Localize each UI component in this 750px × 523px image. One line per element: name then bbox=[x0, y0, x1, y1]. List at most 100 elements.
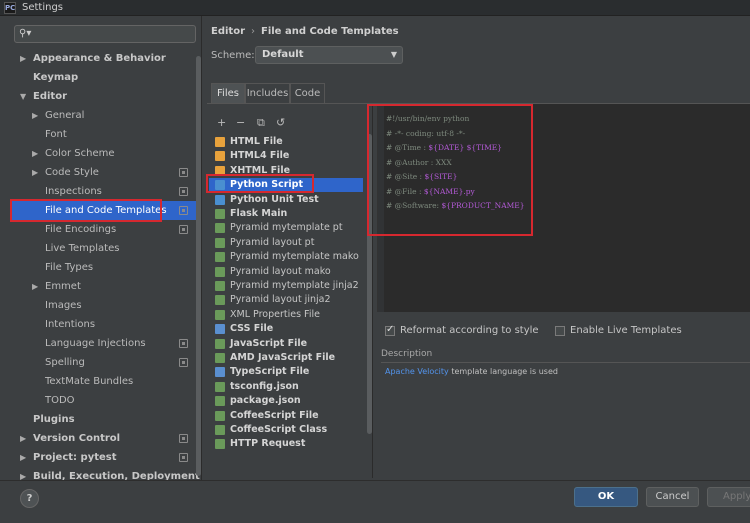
sidebar-item-textmate-bundles[interactable]: TextMate Bundles bbox=[0, 372, 197, 391]
sidebar-item-label: Keymap bbox=[33, 72, 79, 83]
chevron-right-icon[interactable]: ▶ bbox=[32, 144, 38, 163]
template-list-item[interactable]: AMD JavaScript File bbox=[213, 351, 363, 365]
sidebar-item-file-types[interactable]: File Types bbox=[0, 258, 197, 277]
template-list-item[interactable]: Pyramid layout jinja2 bbox=[213, 293, 363, 307]
description-suffix: template language is used bbox=[448, 367, 558, 376]
ok-button[interactable]: OK bbox=[574, 487, 638, 507]
project-scope-icon bbox=[179, 225, 188, 234]
template-name: JavaScript File bbox=[230, 337, 308, 349]
sidebar-scrollbar[interactable] bbox=[196, 56, 201, 476]
tab-code[interactable]: Code bbox=[290, 83, 325, 103]
template-list-item[interactable]: HTML File bbox=[213, 135, 363, 149]
file-type-icon bbox=[215, 439, 225, 450]
sidebar-item-label: General bbox=[45, 110, 85, 121]
add-icon[interactable]: + bbox=[217, 116, 226, 129]
sidebar-item-editor[interactable]: ▼ Editor bbox=[0, 87, 197, 106]
template-list-item[interactable]: tsconfig.json bbox=[213, 380, 363, 394]
apache-velocity-link[interactable]: Apache Velocity bbox=[385, 367, 449, 376]
template-name: XML Properties File bbox=[230, 308, 320, 320]
chevron-right-icon[interactable]: ▶ bbox=[32, 277, 38, 296]
sidebar-item-label: Color Scheme bbox=[45, 148, 115, 159]
scheme-dropdown[interactable]: Default ▼ bbox=[255, 46, 403, 64]
template-list-item[interactable]: Pyramid layout pt bbox=[213, 236, 363, 250]
sidebar-item-code-style[interactable]: ▶ Code Style bbox=[0, 163, 197, 182]
template-list-item[interactable]: HTTP Request bbox=[213, 437, 363, 451]
tab-files[interactable]: Files bbox=[211, 83, 245, 103]
template-list-item[interactable]: Pyramid mytemplate jinja2 bbox=[213, 279, 363, 293]
file-type-icon bbox=[215, 266, 225, 277]
template-list-item[interactable]: Pyramid mytemplate pt bbox=[213, 221, 363, 235]
template-options: Reformat according to style Enable Live … bbox=[381, 323, 750, 339]
dialog-footer: ? OK Cancel Apply bbox=[0, 480, 750, 523]
sidebar-item-label: Version Control bbox=[33, 433, 121, 444]
settings-sidebar: ⚲▾ ▶ Appearance & Behavior Keymap ▼ Editor ▶ G… bbox=[0, 16, 202, 482]
sidebar-item-todo[interactable]: TODO bbox=[0, 391, 197, 410]
reformat-label: Reformat according to style bbox=[400, 325, 539, 336]
breadcrumb-parent: Editor bbox=[211, 26, 245, 37]
sidebar-item-appearance-behavior[interactable]: ▶ Appearance & Behavior bbox=[0, 49, 197, 68]
sidebar-item-file-encodings[interactable]: File Encodings bbox=[0, 220, 197, 239]
chevron-right-icon[interactable]: ▶ bbox=[20, 429, 26, 448]
template-name: CSS File bbox=[230, 323, 274, 335]
project-scope-icon bbox=[179, 187, 188, 196]
template-list-item[interactable]: TypeScript File bbox=[213, 365, 363, 379]
description-text: Apache Velocity template language is use… bbox=[385, 367, 558, 376]
template-name: Pyramid mytemplate pt bbox=[230, 222, 343, 234]
sidebar-item-plugins[interactable]: Plugins bbox=[0, 410, 197, 429]
sidebar-item-label: Project: pytest bbox=[33, 452, 117, 463]
sidebar-item-version-control[interactable]: ▶ Version Control bbox=[0, 429, 197, 448]
sidebar-item-intentions[interactable]: Intentions bbox=[0, 315, 197, 334]
scheme-label: Scheme: bbox=[211, 50, 255, 61]
sidebar-item-spelling[interactable]: Spelling bbox=[0, 353, 197, 372]
sidebar-item-live-templates[interactable]: Live Templates bbox=[0, 239, 197, 258]
template-list-item[interactable]: Pyramid layout mako bbox=[213, 265, 363, 279]
chevron-down-icon: ▼ bbox=[390, 50, 397, 59]
search-input[interactable]: ⚲▾ bbox=[14, 25, 196, 43]
template-name: HTML File bbox=[230, 136, 283, 147]
sidebar-item-emmet[interactable]: ▶ Emmet bbox=[0, 277, 197, 296]
sidebar-item-font[interactable]: Font bbox=[0, 125, 197, 144]
file-type-icon bbox=[215, 410, 225, 421]
sidebar-item-language-injections[interactable]: Language Injections bbox=[0, 334, 197, 353]
sidebar-item-color-scheme[interactable]: ▶ Color Scheme bbox=[0, 144, 197, 163]
tab-includes[interactable]: Includes bbox=[245, 83, 290, 103]
sidebar-item-keymap[interactable]: Keymap bbox=[0, 68, 197, 87]
cancel-button[interactable]: Cancel bbox=[646, 487, 699, 507]
chevron-right-icon[interactable]: ▶ bbox=[20, 448, 26, 467]
sidebar-item-label: Live Templates bbox=[45, 243, 120, 254]
template-name: package.json bbox=[230, 395, 301, 407]
file-highlight bbox=[206, 174, 314, 193]
chevron-right-icon[interactable]: ▶ bbox=[32, 163, 38, 182]
chevron-right-icon[interactable]: ▶ bbox=[20, 49, 26, 68]
chevron-down-icon[interactable]: ▼ bbox=[20, 87, 26, 106]
file-type-icon bbox=[215, 425, 225, 435]
live-templates-checkbox[interactable] bbox=[555, 326, 565, 336]
sidebar-item-label: Appearance & Behavior bbox=[33, 53, 166, 64]
copy-icon[interactable]: ⧉ bbox=[257, 116, 265, 130]
remove-icon[interactable]: − bbox=[236, 116, 245, 129]
template-list-item[interactable]: JavaScript File bbox=[213, 337, 363, 351]
template-name: CoffeeScript File bbox=[230, 409, 319, 421]
template-name: Python Unit Test bbox=[230, 193, 319, 205]
template-list-item[interactable]: Flask Main bbox=[213, 207, 363, 221]
chevron-right-icon[interactable]: ▶ bbox=[32, 106, 38, 125]
reformat-checkbox[interactable] bbox=[385, 324, 395, 336]
file-type-icon bbox=[215, 295, 225, 306]
sidebar-item-images[interactable]: Images bbox=[0, 296, 197, 315]
sidebar-item-project-pytest[interactable]: ▶ Project: pytest bbox=[0, 448, 197, 467]
template-list-item[interactable]: HTML4 File bbox=[213, 149, 363, 163]
template-list-item[interactable]: XML Properties File bbox=[213, 308, 363, 322]
template-list-item[interactable]: package.json bbox=[213, 394, 363, 408]
project-scope-icon bbox=[179, 339, 188, 348]
help-button[interactable]: ? bbox=[20, 489, 39, 508]
breadcrumb-separator: › bbox=[251, 26, 255, 37]
file-type-icon bbox=[215, 353, 225, 363]
apply-button[interactable]: Apply bbox=[707, 487, 750, 507]
reset-icon[interactable]: ↺ bbox=[276, 116, 285, 129]
template-list-item[interactable]: CoffeeScript Class bbox=[213, 423, 363, 437]
template-list-item[interactable]: CoffeeScript File bbox=[213, 409, 363, 423]
template-list-item[interactable]: CSS File bbox=[213, 322, 363, 336]
sidebar-item-general[interactable]: ▶ General bbox=[0, 106, 197, 125]
template-list-item[interactable]: Python Unit Test bbox=[213, 193, 363, 207]
template-list-item[interactable]: Pyramid mytemplate mako bbox=[213, 250, 363, 264]
